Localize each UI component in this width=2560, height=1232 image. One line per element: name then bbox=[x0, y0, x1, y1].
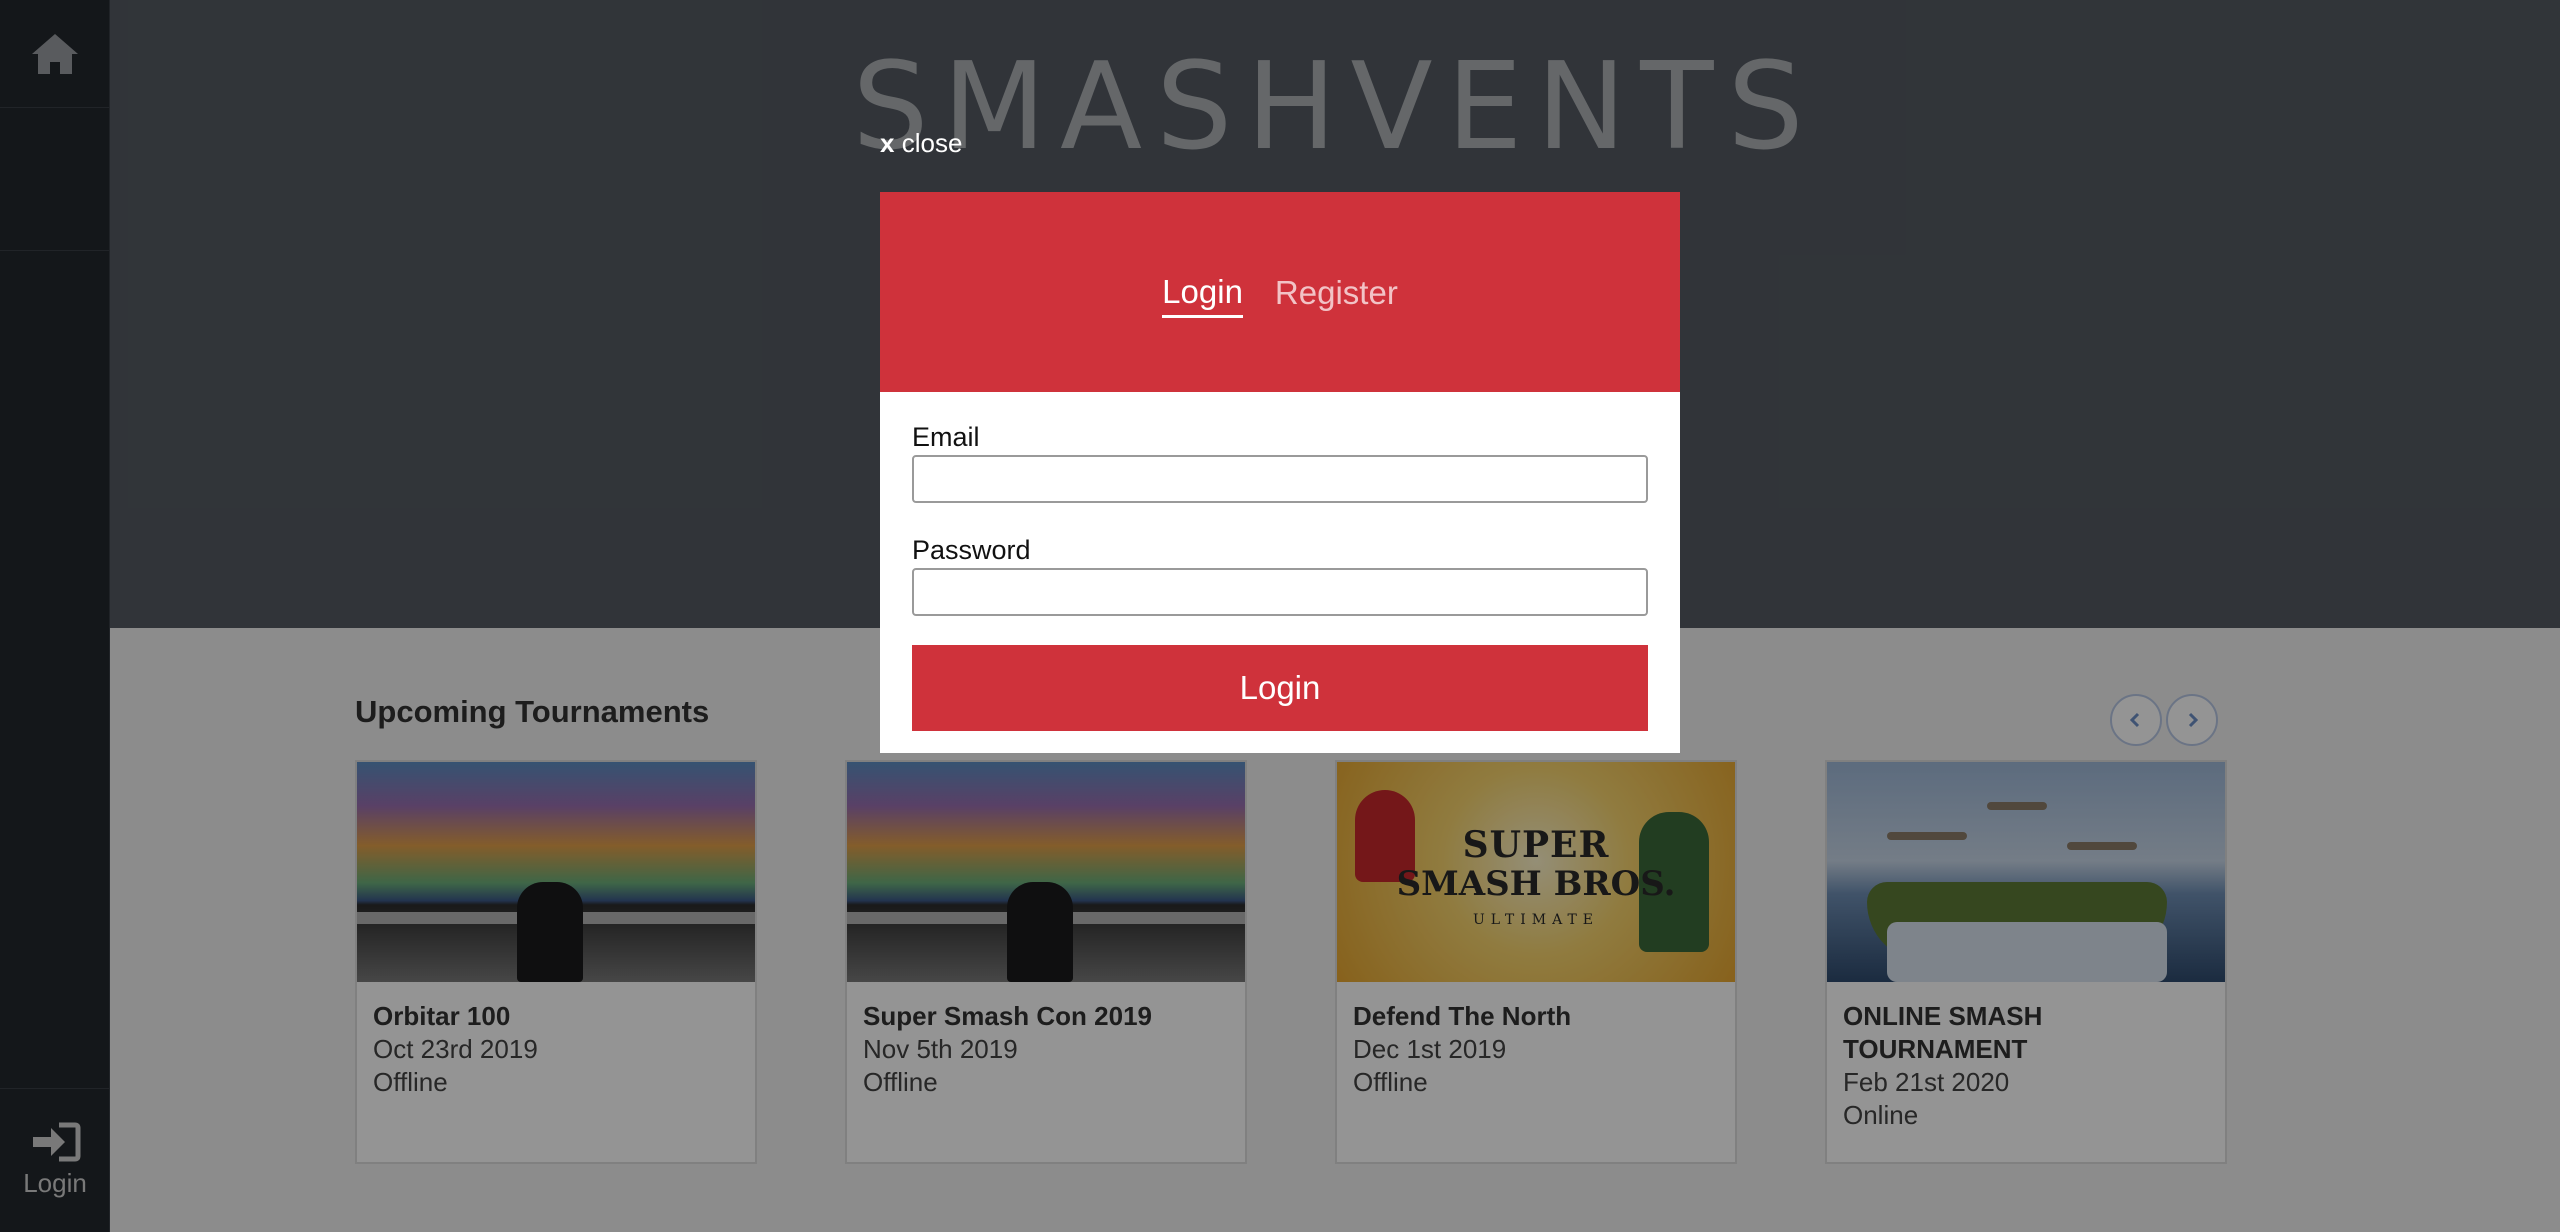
close-label: close bbox=[901, 128, 963, 158]
email-field[interactable] bbox=[912, 455, 1648, 503]
close-x-icon: x bbox=[880, 128, 895, 158]
password-label: Password bbox=[912, 535, 1031, 565]
modal-tabs: Login Register bbox=[880, 192, 1680, 392]
email-label: Email bbox=[912, 422, 980, 452]
password-field[interactable] bbox=[912, 568, 1648, 616]
login-submit-button[interactable]: Login bbox=[912, 645, 1648, 731]
login-form: Email Password Login bbox=[880, 392, 1680, 761]
modal-close-button[interactable]: x close bbox=[880, 128, 962, 159]
tab-register[interactable]: Register bbox=[1275, 274, 1398, 316]
login-modal: Login Register Email Password Login bbox=[880, 192, 1680, 753]
tab-login[interactable]: Login bbox=[1162, 273, 1243, 318]
